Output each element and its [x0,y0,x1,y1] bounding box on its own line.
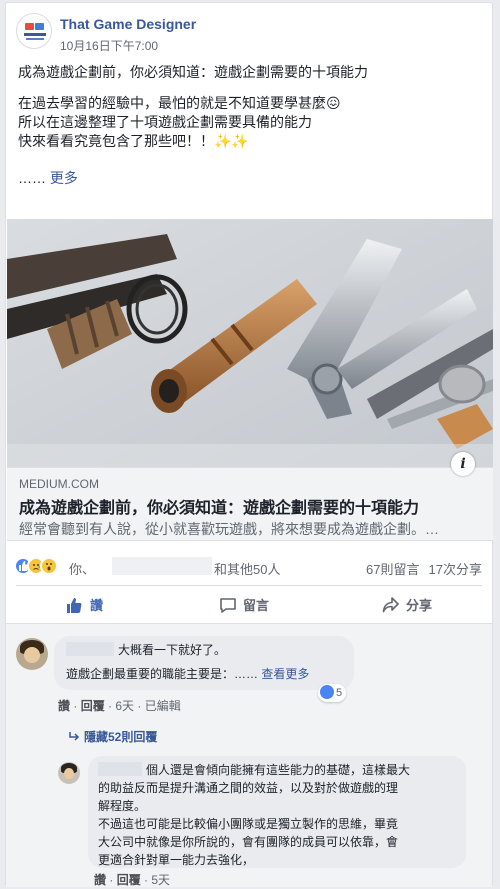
post-actions: 讚 留言 分享 [6,591,492,621]
link-preview-image[interactable] [7,219,493,467]
comment-text: 大概看一下就好了。 [118,643,227,657]
thumbs-up-icon [67,598,82,613]
post-body: 成為遊戲企劃前，你必須知道：遊戲企劃需要的十項能力 在過去學習的經驗中，最怕的就… [18,63,480,200]
post-timestamp[interactable]: 10月16日下午7:00 [60,37,158,54]
comment-like-count: 5 [336,687,343,699]
hide-replies-label: 隱藏52則回覆 [84,730,158,744]
post-card: That Game Designer 10月16日下午7:00 成為遊戲企劃前，… [5,2,493,887]
comment-like-badge[interactable]: 5 [318,684,347,702]
reply-line: 大公司中就像是你所說的，會有團隊的成員可以依靠，會 [98,835,399,849]
comment-count[interactable]: 67則留言 [366,559,419,578]
see-more-link[interactable]: 更多 [50,170,78,186]
comment-see-more-link[interactable]: 查看更多 [261,667,309,681]
reactor-others[interactable]: 和其他50人 [214,559,280,578]
hide-replies-link[interactable]: 隱藏52則回覆 [68,728,157,745]
redacted-reactor-names [112,557,212,575]
comment-meta: 讚 · 回覆 · 6天 · 已編輯 [58,699,181,713]
reply-line: 更適合針對單一能力去強化， [98,853,255,867]
reply-arrow-icon [69,732,80,741]
post-line: 快來看看究竟包含了那些吧！！✨✨ [18,133,249,149]
link-description: 經常會聽到有人說，從小就喜歡玩遊戲，將來想要成為遊戲企劃。… [19,521,439,537]
comment-reply-link[interactable]: 回覆 [81,699,105,713]
post-header: That Game Designer 10月16日下午7:00 [16,13,482,57]
like-button[interactable]: 讚 [66,595,103,614]
reply-time[interactable]: 5天 [151,873,170,887]
comment-label: 留言 [243,598,270,613]
comment-bubble: 大概看一下就好了。 遊戲企劃最重要的職能主要是：…… 查看更多 [54,636,354,690]
like-label: 讚 [90,598,104,613]
share-label: 分享 [406,598,433,613]
post-headline: 成為遊戲企劃前，你必須知道：遊戲企劃需要的十項能力 [18,64,368,80]
comment-time[interactable]: 6天 [115,699,134,713]
comment-subtext: 遊戲企劃最重要的職能主要是：…… [66,667,259,681]
divider [16,585,482,586]
reactor-you[interactable]: 你、 [69,559,95,578]
redacted-commenter-name[interactable] [66,642,114,656]
comment-button[interactable]: 留言 [219,595,269,614]
like-icon [320,685,334,699]
page-name-link[interactable]: That Game Designer [60,16,196,32]
comment-edited[interactable]: 已編輯 [145,699,181,713]
share-arrow-icon [382,597,399,613]
reply-line: 不過這也可能是比較偏小團隊或是獨立製作的思維，畢竟 [98,817,399,831]
post-line: 在過去學習的經驗中，最怕的就是不知道要學甚麼😖 [18,95,341,111]
reactions-summary: 你、 和其他50人 67則留言 17次分享 [14,555,482,577]
redacted-replier-name[interactable] [98,762,142,776]
share-count[interactable]: 17次分享 [429,559,482,578]
link-domain: MEDIUM.COM [19,477,99,491]
speech-bubble-icon [220,598,236,613]
reply-meta: 讚 · 回覆 · 5天 [94,873,171,887]
reply-reply-link[interactable]: 回覆 [117,873,141,887]
comment-like-link[interactable]: 讚 [58,699,70,713]
link-title[interactable]: 成為遊戲企劃前，你必須知道：遊戲企劃需要的十項能力 [19,494,419,518]
post-line: 所以在這邊整理了十項遊戲企劃需要具備的能力 [18,114,312,130]
ellipsis: …… [18,170,46,186]
share-button[interactable]: 分享 [382,595,432,614]
commenter-avatar[interactable] [16,638,48,670]
info-icon[interactable]: i [451,452,475,476]
wow-reaction-icon[interactable] [40,557,58,575]
comments-section: 大概看一下就好了。 遊戲企劃最重要的職能主要是：…… 查看更多 5 讚 · 回覆… [6,623,492,887]
reply-line: 個人還是會傾向能擁有這些能力的基礎，這樣最大 [146,763,411,777]
reply-like-link[interactable]: 讚 [94,873,106,887]
reply-line: 解程度。 [98,799,147,813]
page-avatar[interactable] [16,13,52,49]
link-preview-info[interactable]: i MEDIUM.COM 成為遊戲企劃前，你必須知道：遊戲企劃需要的十項能力 經… [7,452,493,541]
replier-avatar[interactable] [58,762,80,784]
reply-line: 的助益反而是提升溝通之間的效益，以及對於做遊戲的理 [98,781,399,795]
reply-bubble: 個人還是會傾向能擁有這些能力的基礎，這樣最大 的助益反而是提升溝通之間的效益，以… [88,756,466,868]
